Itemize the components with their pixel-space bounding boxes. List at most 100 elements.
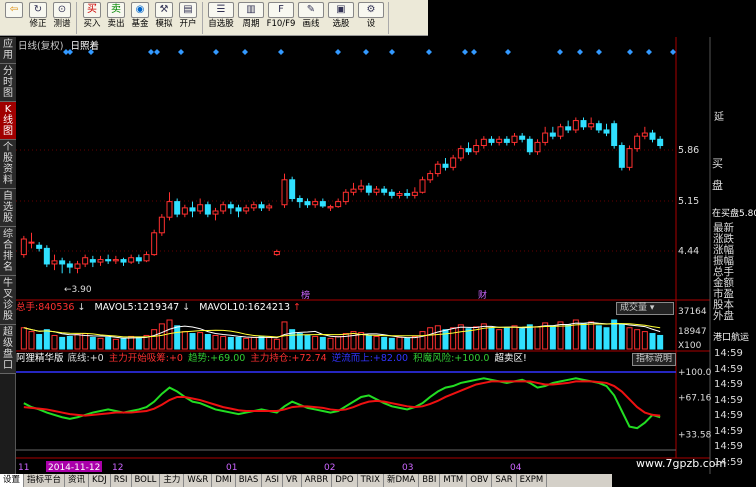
candle-body [588, 123, 595, 128]
indicator-tab-18[interactable]: OBV [467, 474, 493, 487]
volume-bar [618, 323, 625, 350]
chart-canvas[interactable]: 5.86 5.15 4.44 ←3.90 榜 财 37164 18947 X100 +100.0 +… [0, 0, 756, 487]
indicator-tab-8[interactable]: DMI [212, 474, 236, 487]
volume-bar [519, 328, 526, 350]
candle-body [273, 250, 280, 256]
volume-bar [350, 331, 357, 350]
indicator-item-label: 趋势: [187, 353, 211, 364]
indicator-tab-5[interactable]: BOLL [132, 474, 161, 487]
volume-bar [488, 327, 495, 350]
indicator-item-value: +82.00 [372, 353, 409, 364]
volume-info-bar: 总手:840536 ↓ MAVOL5:1219347 ↓ MAVOL10:162… [16, 302, 301, 313]
indicator-tab-7[interactable]: W&R [184, 474, 213, 487]
volume-indicator-select[interactable]: 成交量 ▾ [616, 302, 674, 315]
signal-diamond [577, 49, 583, 55]
candle-body [388, 191, 395, 196]
date-tick-label: 03 [402, 463, 413, 473]
volume-bar [36, 334, 43, 350]
candle-body [151, 232, 158, 256]
indicator-tab-4[interactable]: RSI [111, 474, 132, 487]
indicator-item-5: 积魔风险:+100.0 [413, 353, 489, 364]
indicator-item-value: +72.74 [291, 353, 327, 364]
signal-diamond [88, 49, 94, 55]
indicator-item-value: +69.00 [210, 353, 246, 364]
indicator-tab-9[interactable]: BIAS [236, 474, 263, 487]
indicator-tab-3[interactable]: KDJ [89, 474, 111, 487]
volume-bar [442, 329, 449, 350]
volume-bar [534, 326, 541, 350]
indicator-tab-11[interactable]: VR [283, 474, 302, 487]
signal-diamond [278, 49, 284, 55]
volume-bar [588, 321, 595, 350]
candle-body [404, 193, 411, 196]
indicator-tab-17[interactable]: MTM [440, 474, 468, 487]
volume-bar [105, 336, 112, 350]
candle-body [595, 123, 602, 131]
candle-body [250, 204, 257, 209]
candle-body [82, 257, 89, 265]
candle-body [43, 247, 50, 265]
volume-bar [204, 334, 211, 350]
volume-bar [411, 335, 418, 350]
indicator-tab-14[interactable]: TRIX [358, 474, 384, 487]
indicator-tab-15[interactable]: 新DMA [384, 474, 420, 487]
candle-body [296, 198, 303, 203]
date-tick-label: 12 [112, 463, 123, 473]
candle-body [572, 120, 579, 131]
mavol5-value: 1219347 [136, 302, 180, 313]
volume-bar [120, 337, 127, 350]
candle-body [342, 191, 349, 203]
candle-body [266, 205, 273, 209]
candle-body [603, 129, 610, 134]
candle-body [549, 132, 556, 137]
volume-bar [511, 325, 518, 350]
candle-body [135, 257, 142, 262]
volume-bar [427, 327, 434, 350]
indicator-tab-10[interactable]: ASI [262, 474, 283, 487]
candle-body [319, 201, 326, 207]
candle-body [158, 216, 165, 234]
indicator-help-button[interactable]: 指标说明 [632, 353, 677, 366]
volume-bar [327, 337, 334, 350]
volume-bar [312, 335, 319, 350]
indicator-tab-13[interactable]: DPO [332, 474, 358, 487]
low-price-label: ←3.90 [64, 285, 92, 295]
indicator-item-label: 积魔风险: [413, 353, 455, 364]
indicator-tab-2[interactable]: 资讯 [65, 474, 90, 487]
candle-body [89, 259, 96, 263]
volume-bar [89, 336, 96, 350]
date-tick-label: 01 [226, 463, 237, 473]
volume-bar [273, 338, 280, 350]
candle-body [20, 238, 27, 256]
indicator-tab-6[interactable]: 主力 [160, 474, 185, 487]
candle-body [304, 201, 311, 206]
indicator-tab-1[interactable]: 指标平台 [24, 474, 66, 487]
volume-bar [59, 336, 66, 350]
candle-body [641, 132, 648, 137]
candle-body [97, 259, 104, 263]
indicator-info-bar: 阿狸精华版 底线:+0 主力开始吸筹:+0 趋势:+69.00 主力持仓:+72.74 逆… [16, 352, 676, 365]
volume-bar [319, 336, 326, 350]
indicator-item-0: 底线:+0 [68, 353, 104, 364]
volume-indicator-label: 成交量 [620, 303, 648, 313]
candle-body [511, 135, 518, 143]
candle-body [281, 179, 288, 206]
candle-body [542, 132, 549, 143]
indicator-tab-16[interactable]: BBI [419, 474, 441, 487]
mavol10-label: MAVOL10: [199, 302, 248, 313]
candle-body [220, 204, 227, 212]
volume-bar [220, 335, 227, 350]
indicator-tab-12[interactable]: ARBR [302, 474, 333, 487]
volume-bar [28, 331, 35, 350]
indicator-tab-20[interactable]: EXPM [517, 474, 548, 487]
candle-body [365, 185, 372, 193]
candle-body [120, 259, 127, 263]
volume-bar [304, 334, 311, 350]
indicator-item-2: 趋势:+69.00 [188, 353, 245, 364]
indicator-tab-0[interactable]: 设置 [0, 474, 25, 487]
tick-time-6: 14:59 [714, 441, 743, 452]
signal-diamond [213, 49, 219, 55]
candle-body [488, 138, 495, 143]
indicator-tab-19[interactable]: SAR [492, 474, 517, 487]
volume-bar [97, 337, 104, 350]
